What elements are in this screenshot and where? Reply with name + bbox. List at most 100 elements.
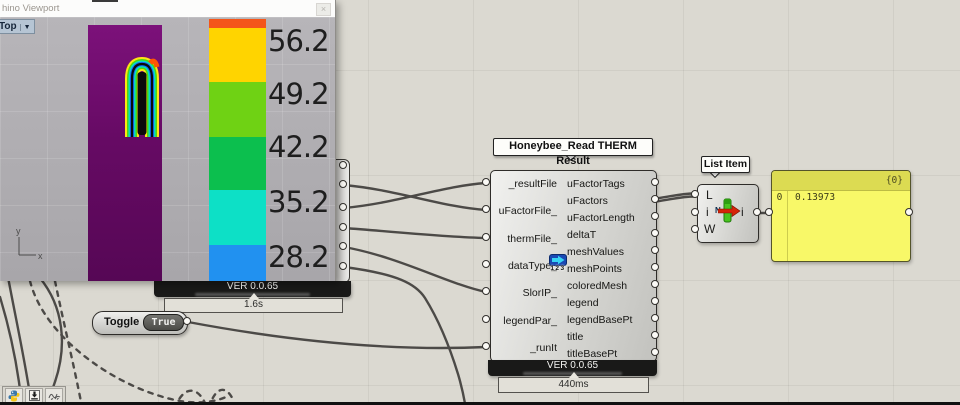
legend-value: 49.2 — [268, 77, 332, 111]
output-node[interactable] — [651, 314, 659, 322]
output-label: uFactorLength — [567, 212, 635, 224]
input-node[interactable] — [482, 260, 490, 268]
output-label: titleBasePt — [567, 348, 617, 360]
honeybee-read-therm-result-component[interactable]: _resultFile uFactorFile_ thermFile_ data… — [490, 170, 657, 362]
output-node[interactable] — [339, 180, 347, 188]
svg-text:x: x — [38, 251, 43, 261]
output-node[interactable] — [339, 262, 347, 270]
version-text: VER 0.0.65 — [227, 281, 278, 292]
input-node[interactable] — [482, 315, 490, 323]
wire — [344, 267, 466, 405]
output-node[interactable] — [339, 223, 347, 231]
output-node[interactable] — [651, 297, 659, 305]
output-label: deltaT — [567, 229, 596, 241]
input-label: SlorIP_ — [491, 287, 557, 299]
output-node[interactable] — [339, 203, 347, 211]
viewport-body: Top▼ 56.2 4 — [0, 17, 335, 281]
input-node[interactable] — [765, 208, 773, 216]
runtime-text: 440ms — [558, 379, 588, 390]
output-node[interactable] — [651, 263, 659, 271]
output-label: meshPoints — [567, 263, 622, 275]
output-label: i — [741, 205, 744, 219]
toggle-label: Toggle — [104, 316, 139, 328]
output-node[interactable] — [651, 348, 659, 356]
legend-color-bar — [209, 19, 266, 281]
input-label: _runIt — [491, 342, 557, 354]
legend-color-segment — [209, 137, 266, 190]
datatype-badge: 123 — [548, 265, 568, 272]
chevron-down-icon: ▼ — [20, 24, 31, 31]
input-node[interactable] — [482, 342, 490, 350]
input-node[interactable] — [691, 208, 699, 216]
data-panel[interactable]: {0} 0 0.13973 — [771, 170, 911, 262]
download-icon[interactable] — [25, 388, 43, 403]
output-label: coloredMesh — [567, 280, 627, 292]
wire — [344, 228, 486, 238]
output-node[interactable] — [651, 280, 659, 288]
input-label: W — [704, 222, 715, 236]
close-icon[interactable]: × — [316, 3, 331, 16]
input-label: legendPar_ — [491, 315, 557, 327]
window-edge-artifact — [92, 0, 118, 2]
input-node[interactable] — [482, 287, 490, 295]
input-label: thermFile_ — [491, 233, 557, 245]
input-node[interactable] — [482, 233, 490, 241]
input-node[interactable] — [482, 178, 490, 186]
runtime-notch — [569, 372, 579, 378]
list-item-icon — [718, 198, 752, 224]
output-node[interactable] — [651, 212, 659, 220]
output-node[interactable] — [651, 195, 659, 203]
viewport-titlebar[interactable]: hino Viewport × — [0, 0, 335, 18]
legend-value: 56.2 — [268, 24, 332, 58]
panel-row-value: 0.13973 — [795, 191, 835, 205]
output-node[interactable] — [651, 229, 659, 237]
input-node[interactable] — [482, 205, 490, 213]
thermal-anomaly-graphic — [124, 55, 160, 139]
input-node[interactable] — [691, 190, 699, 198]
output-label: uFactorTags — [567, 178, 625, 190]
legend-color-segment — [209, 28, 266, 82]
output-label: legendBasePt — [567, 314, 632, 326]
legend-color-segment — [209, 245, 266, 281]
output-node[interactable] — [753, 208, 761, 216]
output-label: title — [567, 331, 583, 343]
list-item-component-title: List Item — [701, 156, 750, 173]
output-node[interactable] — [339, 161, 347, 169]
output-node[interactable] — [651, 331, 659, 339]
output-node[interactable] — [651, 178, 659, 186]
input-label: uFactorFile_ — [491, 205, 557, 217]
rhino-viewport-window[interactable]: hino Viewport × Top▼ — [0, 0, 336, 281]
legend-value: 42.2 — [268, 130, 332, 164]
view-dropdown[interactable]: Top▼ — [0, 19, 35, 34]
grasshopper-canvas[interactable]: VER 0.0.65 1.6s Toggle True Honeybee_Rea… — [0, 0, 960, 405]
legend-color-segment — [209, 190, 266, 245]
wire — [188, 322, 486, 348]
input-label: _resultFile — [491, 178, 557, 190]
sketch-icon[interactable] — [45, 388, 63, 403]
input-node[interactable] — [691, 225, 699, 233]
svg-text:y: y — [16, 226, 21, 236]
honeybee-component-title: Honeybee_Read THERM Result — [493, 138, 653, 156]
list-item-component[interactable]: L i W N i — [697, 184, 759, 243]
honeybee-runtime-bar: 440ms — [498, 377, 649, 393]
boolean-toggle[interactable]: Toggle True — [92, 311, 188, 335]
version-text: VER 0.0.65 — [547, 360, 598, 371]
output-node[interactable] — [339, 242, 347, 250]
panel-path-header: {0} — [772, 171, 910, 191]
output-label: uFactors — [567, 195, 608, 207]
output-node[interactable] — [183, 317, 191, 325]
output-label: legend — [567, 297, 599, 309]
legend-color-segment — [209, 82, 266, 137]
output-node[interactable] — [905, 208, 913, 216]
python-icon[interactable] — [5, 388, 23, 403]
input-label: L — [706, 188, 713, 202]
legend-value: 35.2 — [268, 185, 332, 219]
hidden-component-runtime-bar: 1.6s — [164, 298, 343, 313]
toggle-value[interactable]: True — [143, 314, 184, 331]
legend-color-segment — [209, 19, 266, 28]
axis-indicator-icon: y x — [10, 225, 44, 263]
viewport-title: hino Viewport — [2, 3, 59, 14]
thermal-result-mesh — [88, 25, 162, 281]
output-node[interactable] — [651, 246, 659, 254]
legend-value: 28.2 — [268, 240, 332, 274]
